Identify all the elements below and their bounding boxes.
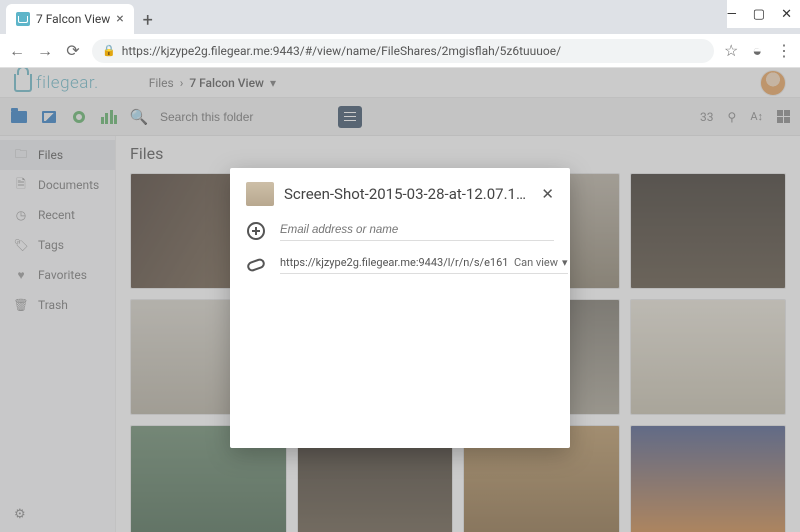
add-person-icon[interactable] (246, 221, 266, 241)
tab-favicon (16, 12, 30, 26)
browser-tab-bar: 7 Falcon View × + — ▢ ✕ (0, 0, 800, 34)
new-tab-button[interactable]: + (134, 6, 162, 34)
window-maximize-button[interactable]: ▢ (753, 7, 765, 22)
window-minimize-button[interactable]: — (727, 7, 737, 22)
share-modal: Screen-Shot-2015-03-28-at-12.07.18-PM...… (230, 168, 570, 448)
share-email-input[interactable] (280, 220, 554, 241)
close-icon[interactable]: ✕ (541, 185, 554, 203)
modal-thumbnail (246, 182, 274, 206)
forward-button[interactable]: → (36, 41, 54, 61)
lock-icon: 🔒 (102, 44, 116, 57)
modal-title: Screen-Shot-2015-03-28-at-12.07.18-PM...… (284, 185, 531, 203)
browser-address-bar: ← → ⟳ 🔒 https://kjzype2g.filegear.me:944… (0, 34, 800, 68)
back-button[interactable]: ← (8, 41, 26, 61)
window-close-button[interactable]: ✕ (781, 7, 792, 22)
link-icon (246, 255, 266, 275)
browser-tab[interactable]: 7 Falcon View × (6, 4, 134, 34)
close-tab-icon[interactable]: × (116, 11, 123, 27)
chevron-down-icon: ▾ (562, 256, 568, 269)
modal-overlay[interactable]: Screen-Shot-2015-03-28-at-12.07.18-PM...… (0, 68, 800, 532)
reload-button[interactable]: ⟳ (64, 41, 82, 60)
browser-menu-icon[interactable]: ⋮ (776, 41, 792, 60)
profile-icon[interactable]: ◒ (752, 41, 762, 61)
star-icon[interactable]: ☆ (724, 41, 738, 60)
tab-title: 7 Falcon View (36, 12, 110, 26)
share-link[interactable]: https://kjzype2g.filegear.me:9443/l/r/n/… (280, 256, 508, 269)
url-field[interactable]: 🔒 https://kjzype2g.filegear.me:9443/#/vi… (92, 39, 714, 63)
permission-dropdown[interactable]: Can view ▾ (514, 256, 568, 269)
permission-label: Can view (514, 256, 558, 269)
url-text: https://kjzype2g.filegear.me:9443/#/view… (122, 44, 561, 58)
